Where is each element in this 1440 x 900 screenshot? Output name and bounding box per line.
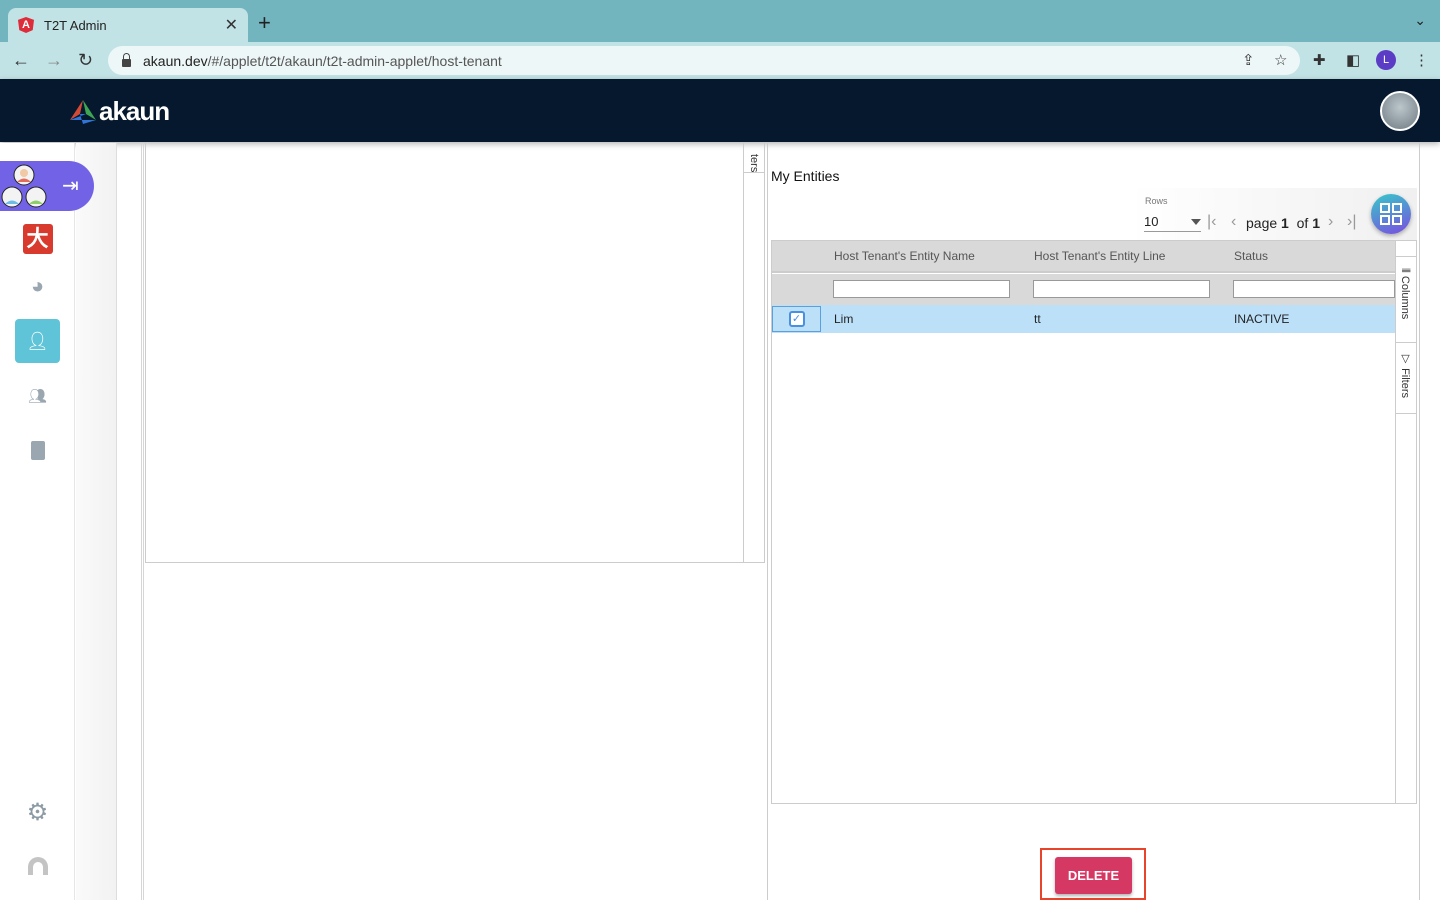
prev-page-button[interactable]: ‹: [1231, 213, 1236, 231]
brand-app-icon: 大: [22, 224, 53, 254]
bookmark-star-icon[interactable]: ☆: [1274, 51, 1287, 69]
column-header-entity-name[interactable]: Host Tenant's Entity Name: [834, 249, 975, 263]
left-side-bar: ters: [743, 143, 764, 562]
left-filters-tab[interactable]: ters: [744, 143, 764, 173]
cell-status: INACTIVE: [1234, 312, 1290, 326]
login-arrow-icon: ⇥: [62, 175, 79, 197]
filters-tab-label: ▽ Filters: [1399, 352, 1411, 399]
forward-button[interactable]: →: [45, 50, 63, 71]
first-page-button[interactable]: |‹: [1207, 213, 1216, 231]
applet-switcher[interactable]: ⇥: [0, 161, 94, 211]
share-icon[interactable]: ⇪: [1242, 51, 1255, 69]
browser-tab[interactable]: A T2T Admin ✕: [8, 8, 248, 42]
globe-icon: ◕: [30, 273, 45, 298]
sidebar-item-book[interactable]: [15, 428, 60, 472]
tab-search-chevron-icon[interactable]: ⌄: [1414, 12, 1426, 29]
next-page-button[interactable]: ›: [1328, 213, 1333, 231]
akaun-logo[interactable]: akaun: [70, 96, 170, 127]
user-silhouette-icon: [27, 857, 48, 875]
reload-button[interactable]: ↻: [78, 50, 93, 71]
angular-favicon-icon: A: [18, 17, 34, 33]
section-title: My Entities: [771, 168, 840, 184]
gear-icon: ⚙: [26, 798, 49, 826]
table-row[interactable]: [772, 305, 1395, 333]
browser-menu-icon[interactable]: ⋮: [1414, 51, 1429, 69]
close-tab-icon[interactable]: ✕: [225, 15, 238, 35]
app-header: [0, 79, 1440, 142]
sidebar-item-members[interactable]: 👥︎: [15, 374, 60, 418]
logo-text: akaun: [99, 96, 170, 126]
sidebar-settings[interactable]: ⚙: [15, 790, 60, 834]
rows-value: 10: [1144, 214, 1159, 229]
lock-icon: [122, 52, 131, 67]
tab-title: T2T Admin: [44, 17, 107, 33]
new-tab-button[interactable]: +: [258, 10, 271, 36]
filter-input-entity-name[interactable]: [833, 280, 1010, 298]
sidebar-profile[interactable]: [15, 844, 60, 888]
sidebar-strip: [76, 143, 117, 900]
filter-input-entity-line[interactable]: [1033, 280, 1210, 298]
network-people-icon: [1, 164, 47, 208]
sidebar-item-globe[interactable]: ◕: [15, 264, 60, 308]
sidebar-item-brand[interactable]: 大: [15, 217, 60, 261]
address-bar[interactable]: akaun.dev/#/applet/t2t/akaun/t2t-admin-a…: [108, 46, 1300, 75]
left-grid: [145, 143, 765, 563]
last-page-button[interactable]: ›|: [1347, 213, 1356, 231]
filter-input-status[interactable]: [1233, 280, 1395, 298]
side-panel-icon[interactable]: ◧: [1346, 51, 1360, 69]
browser-profile-avatar[interactable]: L: [1376, 50, 1396, 70]
back-button[interactable]: ←: [12, 50, 30, 71]
book-icon: [30, 440, 45, 460]
url-text: akaun.dev/#/applet/t2t/akaun/t2t-admin-a…: [143, 52, 502, 69]
delete-button[interactable]: DELETE: [1055, 857, 1132, 894]
akaun-logo-icon: [70, 99, 96, 124]
page-indicator: page 1 of 1: [1246, 215, 1320, 231]
checkmark-icon: ✓: [788, 311, 805, 327]
grid-icon: [1380, 203, 1402, 225]
person-icon: 👤︎: [26, 330, 49, 351]
rows-per-page-select[interactable]: 10: [1144, 212, 1201, 232]
people-icon: 👥︎: [27, 388, 48, 405]
cell-entity-name: Lim: [834, 312, 854, 326]
column-header-entity-line[interactable]: Host Tenant's Entity Line: [1034, 249, 1165, 263]
grid-view-button[interactable]: [1371, 194, 1411, 234]
user-avatar[interactable]: [1380, 91, 1420, 131]
row-checkbox[interactable]: ✓: [772, 306, 821, 332]
dropdown-caret-icon: [1191, 218, 1201, 225]
rows-label: Rows: [1145, 196, 1168, 206]
columns-tab-label: ⦀ Columns: [1399, 268, 1411, 320]
sidebar-item-host-tenant[interactable]: 👤︎: [15, 319, 60, 363]
column-header-status[interactable]: Status: [1234, 249, 1268, 263]
extensions-puzzle-icon[interactable]: ✚: [1313, 51, 1326, 69]
cell-entity-line: tt: [1034, 312, 1041, 326]
